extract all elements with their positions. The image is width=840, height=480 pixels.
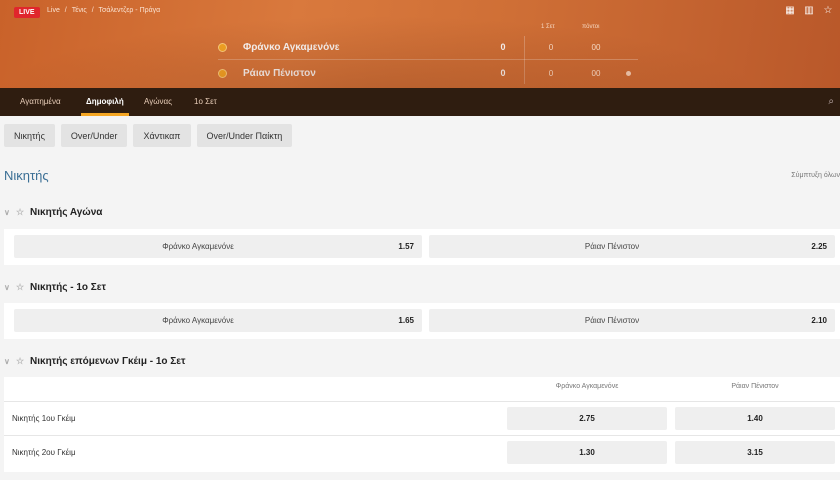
odds-button[interactable]: Φράνκο Αγκαμενόνε 1.65 xyxy=(14,309,422,332)
chevron-down-icon[interactable]: ∨ xyxy=(4,208,16,217)
odds-button[interactable]: 1.30 xyxy=(507,441,667,464)
serve-indicator-icon xyxy=(626,70,631,76)
star-icon[interactable]: ☆ xyxy=(16,356,30,367)
market-panel: Φράνκο Αγκαμενόνε 1.65 Ράιαν Πένιστον 2.… xyxy=(4,303,840,339)
table-row: Νικητής 1ου Γκέιμ 2.75 1.40 xyxy=(4,401,840,435)
market-title: Νικητής επόμενων Γκέιμ - 1ο Σετ xyxy=(30,356,186,367)
odds-button[interactable]: Φράνκο Αγκαμενόνε 1.57 xyxy=(14,235,422,258)
player-dot-icon xyxy=(218,42,227,52)
market-header[interactable]: ∨ ☆ Νικητής Αγώνα xyxy=(4,207,102,218)
filter-chips: Νικητής Over/Under Χάντικαπ Over/Under Π… xyxy=(4,124,293,147)
tab-match[interactable]: Αγώνας xyxy=(144,97,172,106)
chip-handicap[interactable]: Χάντικαπ xyxy=(133,124,191,147)
divider xyxy=(218,59,638,60)
selection-price: 1.57 xyxy=(398,242,414,251)
player-row: Ράιαν Πένιστον 0 0 00 xyxy=(218,62,638,84)
header-icons: ▦ ▥ ☆ xyxy=(784,5,834,16)
tab-set1[interactable]: 1ο Σετ xyxy=(194,97,217,106)
market-header[interactable]: ∨ ☆ Νικητής - 1ο Σετ xyxy=(4,282,106,293)
selection-price: 1.65 xyxy=(398,316,414,325)
odds-button[interactable]: 3.15 xyxy=(675,441,835,464)
player-name: Ράιαν Πένιστον xyxy=(243,67,316,79)
player-score: 0 xyxy=(500,42,506,52)
selection-price: 2.10 xyxy=(811,316,827,325)
scoreboard-hero: LIVE Live / Τένις / Τσάλεντζερ - Πράγα ▦… xyxy=(0,0,840,88)
chevron-down-icon[interactable]: ∨ xyxy=(4,283,16,292)
set-column-header: 1 Σετ xyxy=(541,24,555,30)
section-title: Νικητής xyxy=(4,168,49,183)
chip-winner[interactable]: Νικητής xyxy=(4,124,55,147)
odds-button[interactable]: 1.40 xyxy=(675,407,835,430)
selection-name: Φράνκο Αγκαμενόνε xyxy=(162,242,234,251)
market-title: Νικητής Αγώνα xyxy=(30,207,103,218)
selection-name: Φράνκο Αγκαμενόνε xyxy=(162,316,234,325)
points-column-header: πόντοι xyxy=(582,24,600,30)
chevron-down-icon[interactable]: ∨ xyxy=(4,357,16,366)
scoreboard-icon[interactable]: ▦ xyxy=(784,5,796,16)
breadcrumb-tournament[interactable]: Τσάλεντζερ - Πράγα xyxy=(99,7,161,14)
odds-button[interactable]: 2.75 xyxy=(507,407,667,430)
breadcrumb-tennis[interactable]: Τένις xyxy=(72,7,87,14)
chip-over-under[interactable]: Over/Under xyxy=(60,124,128,147)
breadcrumb-sep: / xyxy=(64,7,67,14)
table-column-header: Ράιαν Πένιστον xyxy=(731,383,779,390)
row-label: Νικητής 2ου Γκέιμ xyxy=(12,448,76,457)
player-points: 00 xyxy=(591,42,601,52)
player-points: 00 xyxy=(591,68,601,78)
star-icon[interactable]: ☆ xyxy=(16,282,30,293)
market-title: Νικητής - 1ο Σετ xyxy=(30,282,107,293)
player-row: Φράνκο Αγκαμενόνε 0 0 00 xyxy=(218,36,638,58)
tab-favorites[interactable]: Αγαπημένα xyxy=(20,97,61,106)
table-column-header: Φράνκο Αγκαμενόνε xyxy=(555,383,619,390)
player-dot-icon xyxy=(218,68,227,78)
player-set1: 0 xyxy=(548,68,554,78)
market-panel: Φράνκο Αγκαμενόνε 1.57 Ράιαν Πένιστον 2.… xyxy=(4,229,840,265)
selection-name: Ράιαν Πένιστον xyxy=(584,242,640,251)
selection-name: Ράιαν Πένιστον xyxy=(584,316,640,325)
table-row: Νικητής 2ου Γκέιμ 1.30 3.15 xyxy=(4,435,840,469)
player-name: Φράνκο Αγκαμενόνε xyxy=(243,41,340,53)
market-table: Φράνκο Αγκαμενόνε Ράιαν Πένιστον Νικητής… xyxy=(4,377,840,472)
chip-player-over-under[interactable]: Over/Under Παίκτη xyxy=(196,124,293,147)
selection-price: 2.25 xyxy=(811,242,827,251)
live-badge: LIVE xyxy=(14,7,40,18)
tab-popular[interactable]: Δημοφιλή xyxy=(81,97,129,116)
odds-button[interactable]: Ράιαν Πένιστον 2.25 xyxy=(429,235,835,258)
odds-button[interactable]: Ράιαν Πένιστον 2.10 xyxy=(429,309,835,332)
search-icon[interactable]: ⌕ xyxy=(828,96,834,107)
breadcrumb: Live / Τένις / Τσάλεντζερ - Πράγα xyxy=(47,7,163,14)
player-score: 0 xyxy=(500,68,506,78)
player-set1: 0 xyxy=(548,42,554,52)
star-icon[interactable]: ☆ xyxy=(822,5,834,16)
star-icon[interactable]: ☆ xyxy=(16,207,30,218)
breadcrumb-sep: / xyxy=(91,7,94,14)
market-header[interactable]: ∨ ☆ Νικητής επόμενων Γκέιμ - 1ο Σετ xyxy=(4,356,186,367)
breadcrumb-live[interactable]: Live xyxy=(47,7,60,14)
stats-icon[interactable]: ▥ xyxy=(803,5,815,16)
row-label: Νικητής 1ου Γκέιμ xyxy=(12,414,76,423)
market-tabs: Αγαπημένα Δημοφιλή Αγώνας 1ο Σετ ⌕ xyxy=(0,88,840,116)
collapse-all-link[interactable]: Σύμπτυξη όλων xyxy=(791,172,840,179)
